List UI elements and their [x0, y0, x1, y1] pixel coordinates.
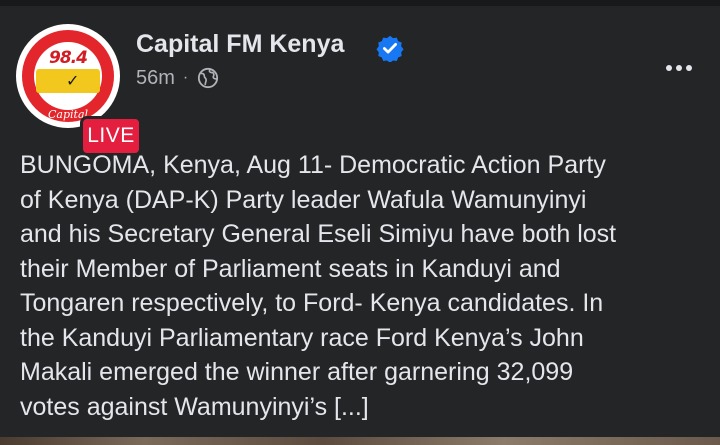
post-text-line: and his Secretary General Eseli Simiyu h…: [20, 220, 617, 248]
avatar-logo-frequency: 98.4: [49, 48, 88, 68]
post-text-line[interactable]: votes against Wamunyinyi’s [...]: [20, 390, 710, 425]
page-avatar[interactable]: 98.4 ✓ Capital LIVE: [16, 24, 142, 156]
globe-icon[interactable]: [197, 67, 219, 89]
avatar-logo-band: ✓: [36, 69, 100, 93]
more-dot: [686, 65, 692, 71]
post-media-preview[interactable]: [0, 437, 720, 445]
post-card: 98.4 ✓ Capital LIVE Capital FM Kenya 56m…: [0, 0, 720, 445]
page-name-link[interactable]: Capital FM Kenya: [136, 30, 344, 59]
post-text-line: Tongaren respectively, to Ford- Kenya ca…: [20, 289, 604, 317]
avatar[interactable]: 98.4 ✓ Capital: [16, 24, 120, 128]
more-dot: [676, 65, 682, 71]
verified-badge-icon: [376, 35, 404, 62]
post-text: BUNGOMA, Kenya, Aug 11- Democratic Actio…: [20, 148, 710, 424]
feed-divider: [0, 0, 720, 6]
post-text-line: their Member of Parliament seats in Kand…: [20, 254, 561, 283]
meta-separator: ·: [182, 69, 189, 86]
more-options-button[interactable]: [656, 50, 702, 86]
post-text-line: of Kenya (DAP-K) Party leader Wafula Wam…: [20, 185, 587, 214]
more-dot: [666, 65, 672, 71]
post-text-line: the Kanduyi Parliamentary race Ford Keny…: [20, 323, 584, 352]
avatar-logo-mark: ✓: [66, 73, 80, 90]
post-text-line: BUNGOMA, Kenya, Aug 11- Democratic Actio…: [20, 151, 606, 179]
post-text-line: Makali emerged the winner after garnerin…: [20, 358, 574, 386]
post-timestamp[interactable]: 56m: [136, 67, 175, 90]
post-meta: 56m ·: [136, 64, 219, 92]
